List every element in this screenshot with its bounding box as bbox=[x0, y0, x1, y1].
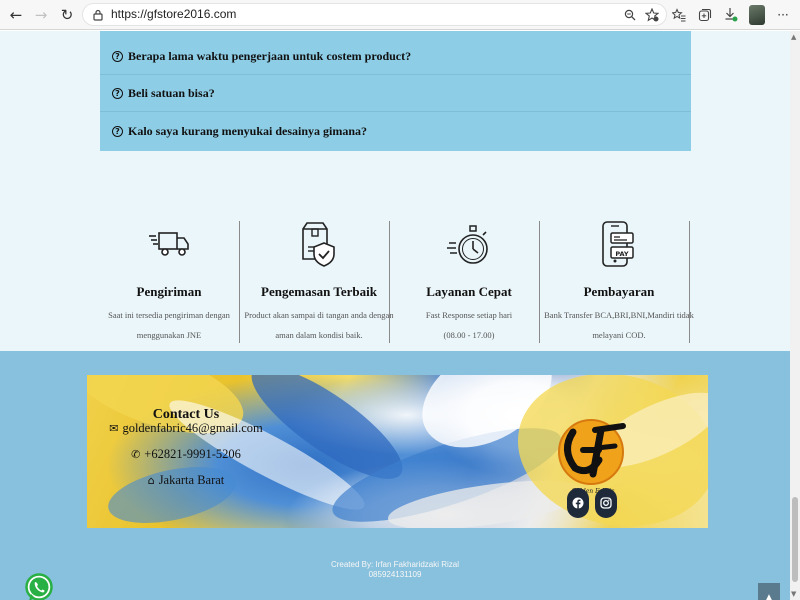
reload-icon: ↻ bbox=[60, 6, 74, 24]
settings-menu-button[interactable]: ··· bbox=[772, 4, 794, 26]
browser-toolbar: ← → ↻ https://gfstore2016.com ··· bbox=[0, 0, 800, 30]
feature-title: Pembayaran bbox=[583, 284, 655, 299]
chevron-up-icon: ▲ bbox=[765, 593, 773, 600]
stopwatch-icon bbox=[447, 225, 488, 264]
contact-location-text: Jakarta Barat bbox=[158, 473, 225, 487]
home-icon: ⌂ bbox=[147, 474, 155, 487]
svg-text:PAY: PAY bbox=[615, 250, 629, 258]
feature-title: Pengemasan Terbaik bbox=[261, 284, 377, 299]
feature-packaging: Pengemasan Terbaik Product akan sampai d… bbox=[244, 221, 394, 343]
instagram-icon bbox=[600, 497, 612, 509]
question-circle-icon: ? bbox=[112, 125, 123, 137]
collections-button[interactable] bbox=[694, 4, 716, 26]
question-circle-icon: ? bbox=[112, 88, 123, 99]
add-favorite-icon[interactable] bbox=[645, 8, 659, 22]
profile-avatar[interactable] bbox=[749, 5, 765, 25]
faq-accordion: ? Berapa lama waktu pengerjaan untuk cos… bbox=[100, 31, 691, 151]
downloads-button[interactable] bbox=[720, 4, 742, 26]
feature-description-line: Saat ini tersedia pengiriman dengan bbox=[108, 310, 230, 320]
feature-description: Saat ini tersedia pengiriman dengan meng… bbox=[94, 305, 244, 345]
feature-description: Bank Transfer BCA,BRI,BNI,Mandiri tidak … bbox=[544, 305, 694, 345]
feature-description-line: menggunakan JNE bbox=[136, 330, 202, 340]
credit-phone: 085924131109 bbox=[368, 570, 422, 579]
page-scrollbar[interactable]: ▲ ▼ bbox=[790, 31, 800, 600]
faq-question: Beli satuan bisa? bbox=[128, 86, 215, 100]
whatsapp-chat-button[interactable] bbox=[25, 571, 53, 600]
feature-divider bbox=[389, 221, 390, 343]
forward-arrow-icon: → bbox=[34, 6, 48, 24]
feature-title: Pengiriman bbox=[136, 284, 202, 299]
feature-description-line: Product akan sampai di tangan anda denga… bbox=[244, 310, 394, 320]
feature-description-line: (08.00 - 17.00) bbox=[443, 330, 495, 340]
scroll-up-arrow-icon[interactable]: ▲ bbox=[791, 33, 796, 41]
reload-button[interactable]: ↻ bbox=[56, 4, 78, 26]
credit-name: Created By: Irfan Fakharidzaki Rizal bbox=[330, 560, 460, 569]
shield-box-icon bbox=[302, 222, 335, 267]
download-icon bbox=[725, 8, 738, 22]
feature-description-line: Fast Response setiap hari bbox=[425, 310, 513, 320]
question-circle-icon: ? bbox=[112, 51, 123, 62]
golden-fabric-logo: Golden Fabric bbox=[558, 419, 626, 495]
faq-item[interactable]: ? Berapa lama waktu pengerjaan untuk cos… bbox=[100, 39, 691, 75]
envelope-icon: ✉ bbox=[109, 422, 119, 435]
contact-email[interactable]: ✉ goldenfabric46@gmail.com bbox=[87, 421, 285, 436]
feature-fast-service: Layanan Cepat Fast Response setiap hari … bbox=[394, 221, 544, 343]
feature-shipping: Pengiriman Saat ini tersedia pengiriman … bbox=[94, 221, 244, 343]
favorites-button[interactable] bbox=[668, 4, 690, 26]
contact-phone[interactable]: ✆ +62821-9991-5206 bbox=[87, 447, 285, 462]
facebook-button[interactable] bbox=[567, 488, 589, 518]
feature-divider bbox=[539, 221, 540, 343]
faq-item[interactable]: ? Kalo saya kurang menyukai desainya gim… bbox=[100, 113, 691, 149]
feature-title: Layanan Cepat bbox=[426, 284, 512, 299]
back-to-top-button[interactable]: ▲ bbox=[758, 583, 780, 600]
forward-button[interactable]: → bbox=[30, 4, 52, 26]
more-icon: ··· bbox=[777, 8, 789, 22]
collections-icon bbox=[698, 8, 712, 22]
back-arrow-icon: ← bbox=[9, 6, 23, 24]
zoom-icon[interactable] bbox=[624, 9, 636, 21]
site-info-icon[interactable] bbox=[93, 9, 103, 21]
feature-payment: PAY Pembayaran Bank Transfer BCA,BRI,BNI… bbox=[544, 221, 694, 343]
faq-item[interactable]: ? Beli satuan bisa? bbox=[100, 76, 691, 112]
faq-question: Berapa lama waktu pengerjaan untuk coste… bbox=[128, 49, 412, 63]
feature-description: Product akan sampai di tangan anda denga… bbox=[244, 305, 394, 345]
scrollbar-thumb[interactable] bbox=[792, 497, 798, 582]
phone-icon: ✆ bbox=[131, 448, 141, 461]
scroll-down-arrow-icon[interactable]: ▼ bbox=[791, 590, 796, 598]
phone-pay-icon: PAY bbox=[602, 221, 634, 267]
contact-location: ⌂ Jakarta Barat bbox=[87, 473, 285, 488]
footer-credit: Created By: Irfan Fakharidzaki Rizal 085… bbox=[290, 560, 500, 580]
delivery-truck-icon bbox=[149, 232, 189, 256]
address-bar[interactable]: https://gfstore2016.com bbox=[82, 3, 667, 26]
contact-email-text: goldenfabric46@gmail.com bbox=[122, 421, 263, 435]
feature-description-line: aman dalam kondisi baik. bbox=[275, 330, 363, 340]
instagram-button[interactable] bbox=[595, 488, 617, 518]
page-viewport: ? Berapa lama waktu pengerjaan untuk cos… bbox=[0, 31, 790, 600]
feature-divider bbox=[689, 221, 690, 343]
url-text: https://gfstore2016.com bbox=[111, 7, 237, 21]
feature-description-line: Bank Transfer BCA,BRI,BNI,Mandiri tidak bbox=[544, 310, 694, 320]
back-button[interactable]: ← bbox=[5, 4, 27, 26]
contact-phone-text: +62821-9991-5206 bbox=[144, 447, 241, 461]
feature-description: Fast Response setiap hari (08.00 - 17.00… bbox=[394, 305, 544, 345]
feature-description-line: melayani COD. bbox=[592, 330, 646, 340]
faq-question: Kalo saya kurang menyukai desainya giman… bbox=[128, 123, 368, 138]
feature-divider bbox=[239, 221, 240, 343]
facebook-icon bbox=[572, 497, 584, 509]
favorites-icon bbox=[672, 8, 686, 22]
